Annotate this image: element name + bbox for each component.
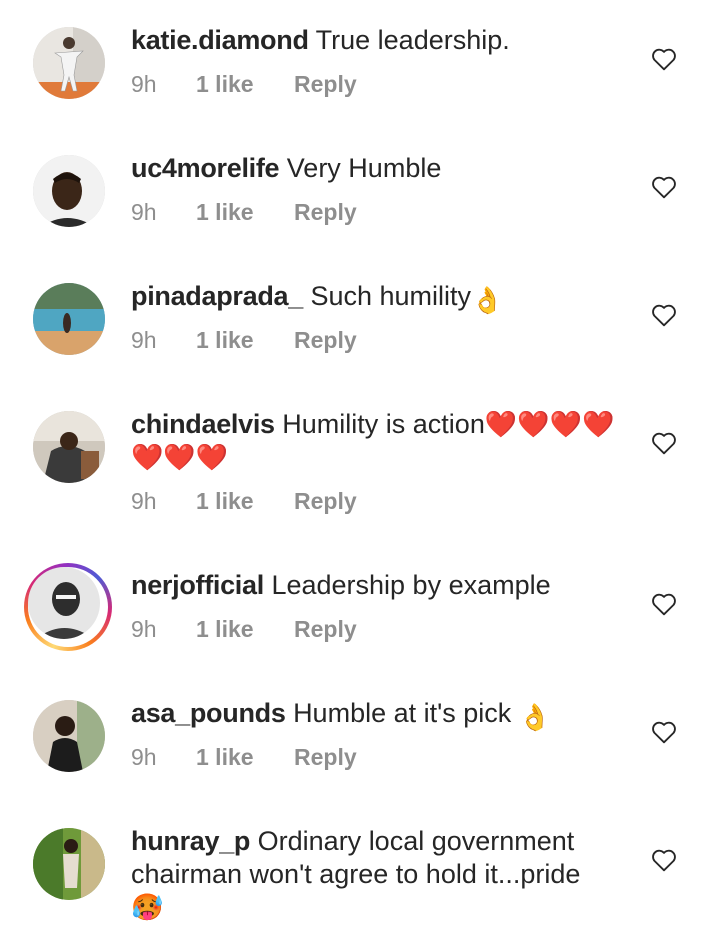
- comment-text: asa_pounds Humble at it's pick 👌: [131, 697, 631, 734]
- heart-outline-icon[interactable]: [651, 47, 677, 71]
- timestamp: 9h: [131, 616, 157, 642]
- comment-text: pinadaprada_ Such humility👌: [131, 280, 631, 317]
- like-count[interactable]: 1 like: [196, 70, 254, 98]
- heart-outline-icon[interactable]: [651, 303, 677, 327]
- username[interactable]: katie.diamond: [131, 25, 309, 55]
- comment-text: hunray_p Ordinary local government chair…: [131, 825, 631, 924]
- like-count[interactable]: 1 like: [196, 743, 254, 771]
- avatar-story-ring[interactable]: [24, 563, 112, 651]
- avatar[interactable]: [33, 828, 105, 900]
- ok-hand-emoji: 👌: [518, 702, 552, 732]
- comment-text: uc4morelife Very Humble: [131, 152, 631, 185]
- like-count[interactable]: 1 like: [196, 615, 254, 643]
- reply-button[interactable]: Reply: [294, 198, 357, 226]
- like-count[interactable]: 1 like: [196, 326, 254, 354]
- heart-outline-icon[interactable]: [651, 848, 677, 872]
- reply-button[interactable]: Reply: [294, 326, 357, 354]
- ok-hand-emoji: 👌: [471, 285, 504, 315]
- avatar[interactable]: [33, 700, 105, 772]
- comment-text: chindaelvis Humility is action❤️❤️❤️❤️❤️…: [131, 408, 631, 474]
- heart-outline-icon[interactable]: [651, 720, 677, 744]
- avatar[interactable]: [33, 411, 105, 483]
- timestamp: 9h: [131, 71, 157, 97]
- username[interactable]: chindaelvis: [131, 409, 275, 439]
- hot-face-emoji: 🥵: [131, 892, 164, 922]
- comment-body: Leadership by example: [271, 570, 551, 600]
- comment-text: nerjofficial Leadership by example: [131, 569, 631, 602]
- username[interactable]: asa_pounds: [131, 698, 286, 728]
- timestamp: 9h: [131, 199, 157, 225]
- avatar: [28, 567, 100, 639]
- comment-body: Humble at it's pick: [293, 698, 512, 728]
- username[interactable]: pinadaprada_: [131, 281, 303, 311]
- timestamp: 9h: [131, 744, 157, 770]
- timestamp: 9h: [131, 327, 157, 353]
- comment-text: katie.diamond True leadership.: [131, 24, 631, 57]
- like-count[interactable]: 1 like: [196, 198, 254, 226]
- reply-button[interactable]: Reply: [294, 70, 357, 98]
- timestamp: 9h: [131, 488, 157, 514]
- comment-body: Very Humble: [286, 153, 442, 183]
- heart-outline-icon[interactable]: [651, 175, 677, 199]
- comment-body: Such humility: [310, 281, 472, 311]
- reply-button[interactable]: Reply: [294, 487, 357, 515]
- username[interactable]: hunray_p: [131, 826, 250, 856]
- reply-button[interactable]: Reply: [294, 615, 357, 643]
- like-count[interactable]: 1 like: [196, 487, 254, 515]
- comment-body: Humility is action: [282, 409, 485, 439]
- username[interactable]: nerjofficial: [131, 570, 264, 600]
- avatar[interactable]: [33, 283, 105, 355]
- heart-outline-icon[interactable]: [651, 431, 677, 455]
- reply-button[interactable]: Reply: [294, 743, 357, 771]
- comment-body: True leadership.: [315, 25, 510, 55]
- avatar[interactable]: [33, 27, 105, 99]
- username[interactable]: uc4morelife: [131, 153, 280, 183]
- avatar[interactable]: [33, 155, 105, 227]
- heart-outline-icon[interactable]: [651, 592, 677, 616]
